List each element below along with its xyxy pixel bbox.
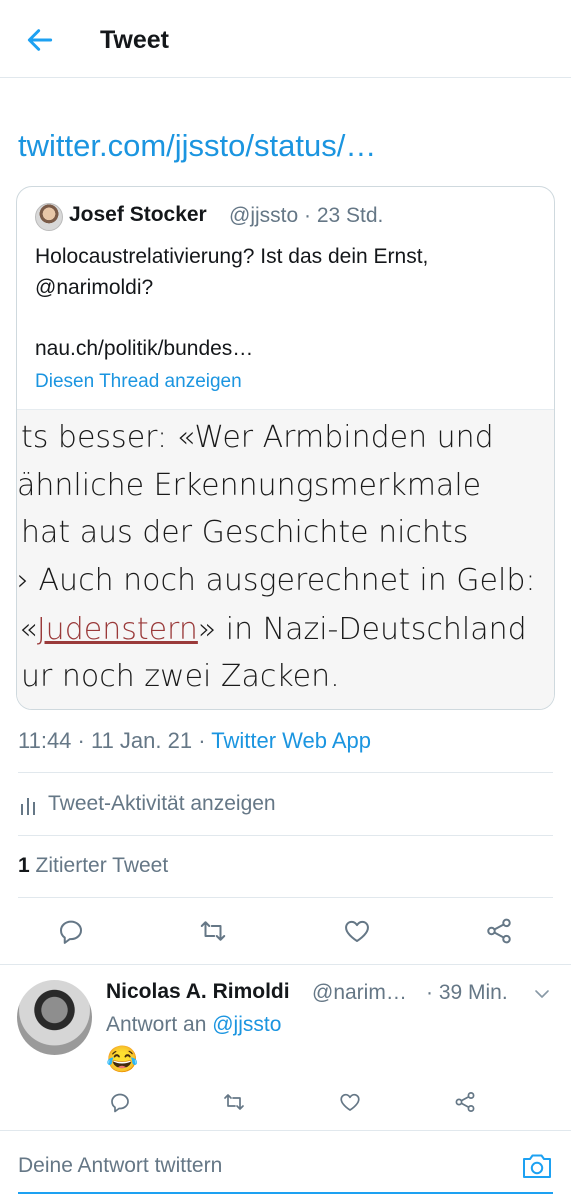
- quote-author-handle: @jjssto · 23 Std.: [229, 204, 383, 228]
- divider: [18, 897, 553, 898]
- image-text-line-1: ts besser: «Wer Armbinden und: [21, 420, 494, 455]
- image-line5-pre: «: [19, 612, 37, 647]
- camera-icon[interactable]: [520, 1150, 554, 1182]
- reply-author-handle: @narim…: [312, 981, 407, 1004]
- quote-url[interactable]: nau.ch/politik/bundes…: [35, 337, 253, 361]
- tweet-timestamp: 11:44 · 11 Jan. 21 · Twitter Web App: [18, 728, 371, 754]
- image-text-line-6: ur noch zwei Zacken.: [21, 659, 340, 694]
- image-line5-link: Judenstern: [36, 612, 198, 647]
- composer-underline: [18, 1192, 553, 1194]
- divider: [0, 964, 571, 965]
- tweet-link[interactable]: twitter.com/jjssto/status/…: [18, 128, 376, 164]
- header-divider: [0, 77, 571, 78]
- divider: [18, 835, 553, 836]
- image-text-line-2: ähnliche Erkennungsmerkmale: [17, 468, 482, 503]
- retweet-icon[interactable]: [222, 1090, 246, 1114]
- reply-icon[interactable]: [56, 916, 86, 946]
- like-heart-icon[interactable]: [338, 1090, 362, 1114]
- share-icon[interactable]: [453, 1090, 477, 1114]
- quote-author-name: Josef Stocker: [69, 203, 207, 226]
- tweet-activity-link[interactable]: Tweet-Aktivität anzeigen: [48, 792, 276, 816]
- activity-bars-icon: [21, 798, 35, 815]
- quote-time: · 23 Std.: [304, 204, 384, 227]
- quoted-tweets-count[interactable]: 1 Zitierter Tweet: [18, 854, 168, 878]
- quoted-count-label: Zitierter Tweet: [35, 854, 169, 877]
- back-arrow-icon[interactable]: [24, 24, 56, 56]
- reply-to-line: Antwort an @jjssto: [106, 1013, 281, 1037]
- image-text-line-4: › Auch noch ausgerechnet in Gelb:: [17, 563, 536, 598]
- reply-avatar[interactable]: [17, 980, 92, 1055]
- reply-composer-input[interactable]: Deine Antwort twittern: [18, 1154, 222, 1178]
- quote-avatar: [35, 203, 63, 231]
- reply-icon[interactable]: [108, 1090, 132, 1114]
- image-text-line-3: hat aus der Geschichte nichts: [21, 515, 469, 550]
- quote-handle-text: @jjssto: [229, 204, 299, 227]
- reply-text-emoji: 😂: [106, 1044, 139, 1074]
- timestamp-text: 11:44 · 11 Jan. 21 ·: [18, 728, 212, 753]
- reply-time: · 39 Min.: [426, 981, 508, 1004]
- tweet-source-link[interactable]: Twitter Web App: [211, 728, 371, 753]
- quoted-tweet-card[interactable]: Josef Stocker @jjssto · 23 Std. Holocaus…: [16, 186, 555, 710]
- divider: [18, 772, 553, 773]
- image-line5-post: » in Nazi-Deutschland: [197, 612, 527, 647]
- quote-text: Holocaustrelativierung? Ist das dein Ern…: [35, 245, 429, 299]
- page-title: Tweet: [100, 26, 169, 54]
- image-text-line-5: «Judenstern» in Nazi-Deutschland: [19, 612, 527, 647]
- reply-author-name: Nicolas A. Rimoldi: [106, 980, 290, 1003]
- quote-image[interactable]: ts besser: «Wer Armbinden und ähnliche E…: [17, 410, 554, 709]
- share-icon[interactable]: [484, 916, 514, 946]
- divider: [0, 1130, 571, 1131]
- chevron-down-icon[interactable]: [532, 984, 552, 1004]
- like-heart-icon[interactable]: [342, 916, 372, 946]
- reply-to-label: Antwort an: [106, 1013, 213, 1036]
- show-thread-link[interactable]: Diesen Thread anzeigen: [35, 371, 242, 393]
- reply-to-handle-link[interactable]: @jjssto: [212, 1013, 281, 1036]
- quoted-count-value: 1: [18, 854, 30, 877]
- retweet-icon[interactable]: [198, 916, 228, 946]
